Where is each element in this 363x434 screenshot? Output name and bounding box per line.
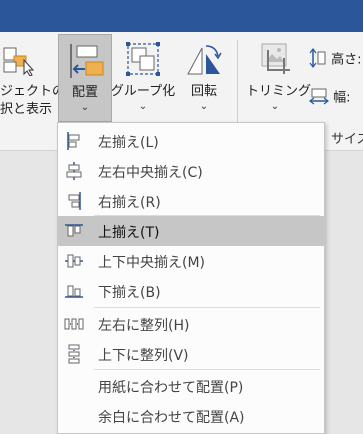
- align-top-icon: [64, 221, 84, 241]
- align-center-icon: [64, 161, 84, 181]
- menu-item-align-left[interactable]: 左揃え(L): [58, 126, 324, 156]
- menu-item-align-top[interactable]: 上揃え(T): [58, 216, 324, 246]
- menu-item-label: 余白に合わせて配置(A): [98, 410, 245, 426]
- size-group-label: サイズ: [331, 132, 363, 147]
- align-left-icon: [64, 131, 84, 151]
- group-chevron-icon: ⌄: [138, 101, 148, 112]
- distribute-vertical-icon: [64, 344, 84, 364]
- arrange-button[interactable]: 配置 ⌄: [58, 34, 112, 122]
- menu-item-align-middle[interactable]: 上下中央揃え(M): [58, 246, 324, 276]
- menu-item-distribute-vertical[interactable]: 上下に整列(V): [58, 339, 324, 369]
- menu-item-align-bottom[interactable]: 下揃え(B): [58, 276, 324, 306]
- selection-pane-label: ジェクトの: [0, 84, 66, 99]
- ribbon-separator: [237, 40, 238, 124]
- menu-item-align-to-page[interactable]: 用紙に合わせて配置(P): [58, 371, 324, 401]
- height-row[interactable]: 高さ:: [309, 48, 362, 68]
- selection-pane-label-2: 択と表示: [0, 102, 53, 117]
- menu-separator: [94, 369, 320, 370]
- height-label: 高さ:: [331, 52, 362, 68]
- menu-item-label: 用紙に合わせて配置(P): [98, 380, 244, 396]
- rotate-button[interactable]: 回転 ⌄: [180, 34, 228, 120]
- arrange-chevron-icon: ⌄: [80, 102, 90, 113]
- menu-item-label: 上揃え(T): [98, 225, 160, 241]
- selection-pane-button[interactable]: ジェクトの 択と表示: [0, 34, 65, 126]
- menu-item-label: 左右に整列(H): [98, 318, 190, 334]
- rotate-chevron-icon: ⌄: [199, 101, 209, 112]
- crop-chevron-icon: ⌄: [270, 101, 280, 112]
- menu-item-align-center[interactable]: 左右中央揃え(C): [58, 156, 324, 186]
- menu-item-label: 上下中央揃え(M): [98, 255, 206, 271]
- align-middle-icon: [64, 251, 84, 271]
- menu-separator: [94, 307, 320, 308]
- distribute-horizontal-icon: [64, 314, 84, 334]
- selection-pane-icon: [2, 42, 36, 76]
- arrange-icon: [65, 42, 105, 80]
- menu-item-label: 上下に整列(V): [98, 348, 189, 364]
- menu-item-label: 左揃え(L): [98, 135, 159, 151]
- arrange-label: 配置: [71, 85, 98, 100]
- menu-item-align-to-margin[interactable]: 余白に合わせて配置(A): [58, 401, 324, 431]
- rotate-label: 回転: [190, 84, 217, 99]
- width-row[interactable]: 幅:: [309, 86, 351, 106]
- align-bottom-icon: [64, 281, 84, 301]
- crop-label: トリミング: [246, 84, 312, 99]
- width-label: 幅:: [333, 90, 351, 106]
- group-label: グループ化: [110, 84, 176, 99]
- width-icon: [309, 86, 329, 106]
- menu-item-label: 左右中央揃え(C): [98, 165, 203, 181]
- group-icon: [124, 40, 162, 78]
- group-button[interactable]: グループ化 ⌄: [110, 34, 176, 120]
- crop-icon: [258, 40, 296, 78]
- menu-item-align-right[interactable]: 右揃え(R): [58, 186, 324, 216]
- menu-item-distribute-horizontal[interactable]: 左右に整列(H): [58, 309, 324, 339]
- height-icon: [309, 48, 327, 68]
- title-bar: [0, 0, 363, 32]
- crop-button[interactable]: トリミング ⌄: [246, 34, 312, 120]
- arrange-dropdown-menu: 左揃え(L) 左右中央揃え(C) 右揃え(R) 上揃え(T) 上下中央揃え(M)…: [57, 122, 325, 434]
- menu-item-label: 下揃え(B): [98, 285, 161, 301]
- rotate-icon: [184, 40, 224, 78]
- align-right-icon: [64, 191, 84, 211]
- menu-item-label: 右揃え(R): [98, 195, 161, 211]
